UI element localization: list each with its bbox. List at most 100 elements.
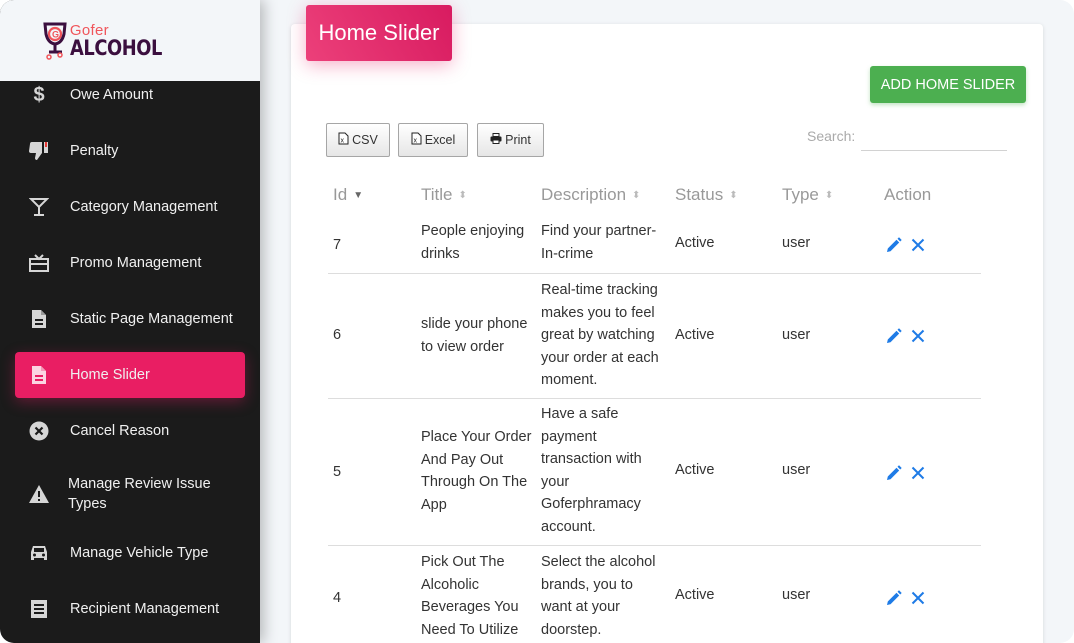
cell-id: 6 <box>333 327 342 343</box>
document-icon <box>28 364 50 386</box>
sidebar: G Gofer ALCOHOL $ Owe Amount Penalty Cat… <box>0 0 260 643</box>
cell-description: Have a safe payment transaction with you… <box>541 406 642 535</box>
column-header-label: Type <box>782 185 819 204</box>
sidebar-item-manage-review-issue-types[interactable]: Manage Review Issue Types <box>15 464 245 524</box>
cell-status: Active <box>675 462 715 478</box>
sidebar-item-label: Cancel Reason <box>70 423 170 439</box>
cancel-circle-icon <box>28 420 50 442</box>
row-actions <box>886 590 925 606</box>
page-title: Home Slider <box>306 5 452 61</box>
cell-id: 5 <box>333 464 342 480</box>
sidebar-item-label: Owe Amount <box>70 87 154 103</box>
cell-status: Active <box>675 587 715 603</box>
column-header-title[interactable]: Title ⬍ <box>421 185 467 205</box>
sidebar-item-label: Home Slider <box>70 367 150 383</box>
search-label: Search: <box>807 128 856 144</box>
sort-both-icon: ⬍ <box>458 189 467 201</box>
cell-type: user <box>782 327 811 343</box>
cell-type: user <box>782 587 811 603</box>
delete-x-icon[interactable] <box>911 329 925 343</box>
cell-title: People enjoying drinks <box>421 223 525 262</box>
thumbs-down-icon <box>28 140 50 162</box>
edit-pencil-icon[interactable] <box>886 328 902 344</box>
excel-export-button[interactable]: x Excel <box>398 123 468 157</box>
sidebar-item-label: Category Management <box>70 199 218 215</box>
csv-export-button[interactable]: x CSV <box>326 123 390 157</box>
file-excel-icon: x <box>411 132 422 148</box>
sidebar-item-static-page-management[interactable]: Static Page Management <box>15 296 245 342</box>
print-button[interactable]: Print <box>477 123 544 157</box>
cell-status: Active <box>675 327 715 343</box>
sidebar-item-owe-amount[interactable]: $ Owe Amount <box>15 72 245 118</box>
content-card <box>291 24 1043 643</box>
sidebar-item-penalty[interactable]: Penalty <box>15 128 245 174</box>
row-actions <box>886 328 925 344</box>
sidebar-item-label: Static Page Management <box>70 311 233 327</box>
csv-label: CSV <box>352 133 378 147</box>
svg-text:x: x <box>413 138 417 145</box>
cell-description: Real-time tracking makes you to feel gre… <box>541 282 659 388</box>
car-icon <box>28 542 50 564</box>
sort-both-icon: ⬍ <box>632 189 641 201</box>
row-divider <box>328 273 981 274</box>
cocktail-glass-icon <box>28 196 50 218</box>
sidebar-item-label: Manage Review Issue Types <box>68 476 211 512</box>
sidebar-item-cancel-reason[interactable]: Cancel Reason <box>15 408 245 454</box>
row-actions <box>886 465 925 481</box>
cell-id: 7 <box>333 237 342 253</box>
column-header-label: Description <box>541 185 627 204</box>
sidebar-item-label: Promo Management <box>70 255 202 271</box>
sort-desc-icon: ▼ <box>353 189 364 201</box>
sidebar-item-manage-vehicle-type[interactable]: Manage Vehicle Type <box>15 530 245 576</box>
svg-text:x: x <box>341 138 345 145</box>
add-home-slider-button[interactable]: ADD HOME SLIDER <box>870 66 1026 103</box>
sort-both-icon: ⬍ <box>729 189 738 201</box>
print-icon <box>490 133 502 147</box>
column-header-label: Id <box>333 185 348 204</box>
column-header-description[interactable]: Description ⬍ <box>541 185 640 205</box>
cell-title: Pick Out The Alcoholic Beverages You Nee… <box>421 554 519 638</box>
column-header-status[interactable]: Status ⬍ <box>675 185 738 205</box>
cell-description: Find your partner-In-crime <box>541 223 657 262</box>
sort-both-icon: ⬍ <box>824 189 834 201</box>
delete-x-icon[interactable] <box>911 238 925 252</box>
dollar-icon: $ <box>33 83 45 106</box>
app-window: G Gofer ALCOHOL $ Owe Amount Penalty Cat… <box>0 0 1074 643</box>
warning-icon <box>28 483 50 505</box>
logo[interactable]: G Gofer ALCOHOL <box>42 22 178 60</box>
sidebar-item-home-slider[interactable]: Home Slider <box>15 352 245 398</box>
cell-title: Place Your Order And Pay Out Through On … <box>421 429 532 513</box>
edit-pencil-icon[interactable] <box>886 237 902 253</box>
sidebar-item-promo-management[interactable]: Promo Management <box>15 240 245 286</box>
receipt-icon <box>28 598 50 620</box>
delete-x-icon[interactable] <box>911 466 925 480</box>
cell-title: slide your phone to view order <box>421 316 528 355</box>
document-icon <box>28 308 50 330</box>
cell-type: user <box>782 235 811 251</box>
column-header-type[interactable]: Type ⬍ <box>782 185 833 205</box>
sidebar-item-label: Recipient Management <box>70 601 220 617</box>
print-label: Print <box>505 133 531 147</box>
sidebar-item-recipient-management[interactable]: Recipient Management <box>15 586 245 632</box>
cell-description: Select the alcohol brands, you to want a… <box>541 554 656 638</box>
gift-card-icon <box>28 252 50 274</box>
wine-glass-logo-icon: G <box>43 22 67 60</box>
sidebar-item-category-management[interactable]: Category Management <box>15 184 245 230</box>
edit-pencil-icon[interactable] <box>886 590 902 606</box>
column-header-label: Status <box>675 185 724 204</box>
logo-bottom-text: ALCOHOL <box>69 35 162 60</box>
cell-id: 4 <box>333 590 342 606</box>
search-input[interactable] <box>861 123 1007 151</box>
edit-pencil-icon[interactable] <box>886 465 902 481</box>
cell-type: user <box>782 462 811 478</box>
excel-label: Excel <box>424 133 456 147</box>
row-divider <box>328 545 981 546</box>
file-excel-icon: x <box>338 132 349 148</box>
column-header-id[interactable]: Id ▼ <box>333 185 363 205</box>
delete-x-icon[interactable] <box>911 591 925 605</box>
column-header-action: Action <box>884 185 931 205</box>
column-header-label: Action <box>884 185 932 204</box>
cell-status: Active <box>675 235 715 251</box>
row-actions <box>886 237 925 253</box>
logo-area: G Gofer ALCOHOL <box>0 0 260 81</box>
